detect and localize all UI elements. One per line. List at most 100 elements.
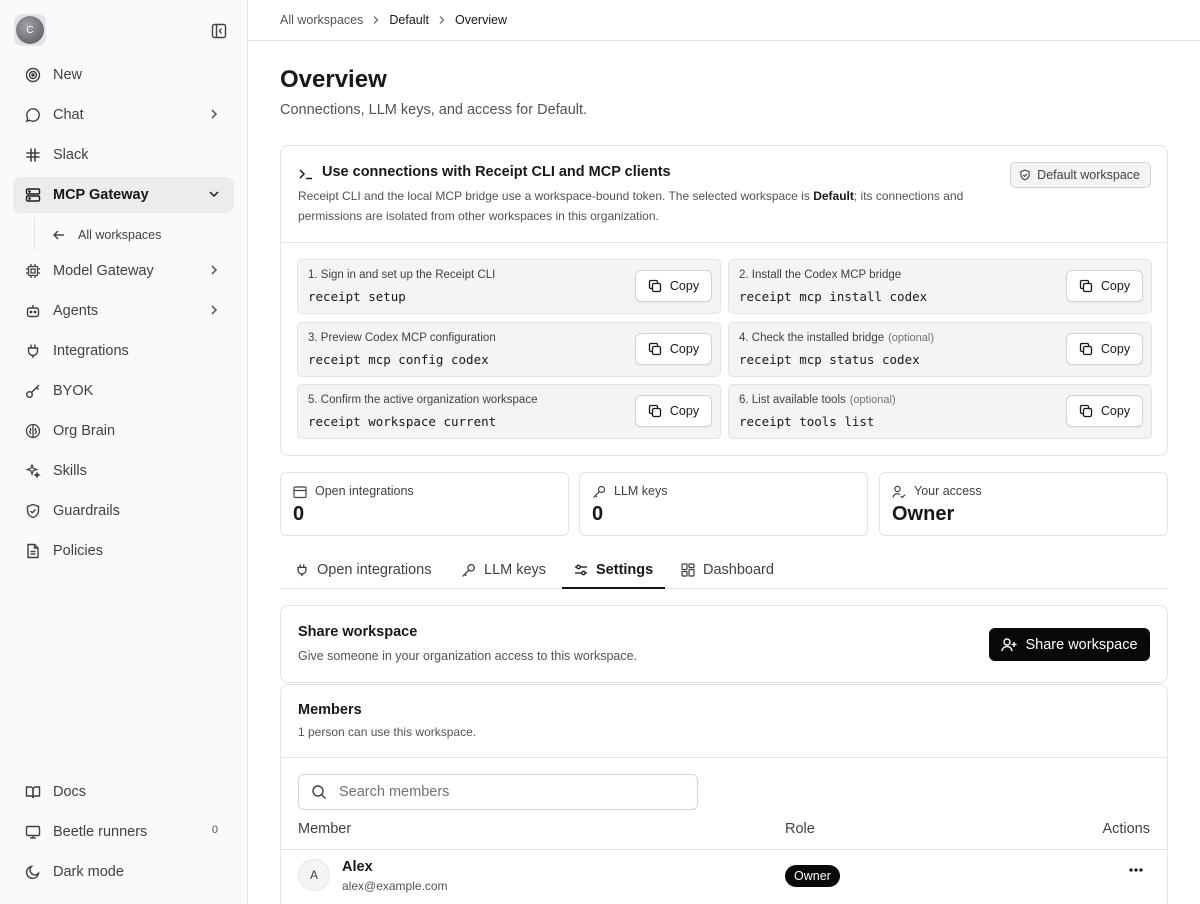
book-open-icon — [24, 783, 42, 801]
column-header-member: Member — [298, 821, 352, 837]
sidebar-item-guardrails[interactable]: Guardrails — [13, 493, 234, 529]
more-actions-icon[interactable] — [1129, 868, 1143, 872]
tab-settings[interactable]: Settings — [562, 552, 666, 589]
sub-nav-line — [34, 217, 35, 251]
cli-step: 1. Sign in and set up the Receipt CLI re… — [297, 259, 721, 314]
cli-card-description: Receipt CLI and the local MCP bridge use… — [298, 189, 964, 223]
breadcrumb-default[interactable]: Default — [389, 13, 429, 27]
column-header-role: Role — [785, 821, 815, 837]
sidebar-item-byok[interactable]: BYOK — [13, 373, 234, 409]
chevron-right-icon — [371, 15, 381, 25]
sidebar-item-mcp-gateway[interactable]: MCP Gateway — [13, 177, 234, 213]
share-workspace-button[interactable]: Share workspace — [989, 628, 1150, 661]
divider — [281, 242, 1167, 243]
stat-label: Your access — [914, 484, 982, 498]
step-command: receipt mcp config codex — [308, 352, 489, 367]
column-header-actions: Actions — [1102, 821, 1150, 837]
key-icon — [592, 485, 606, 499]
sidebar-item-new[interactable]: New — [13, 57, 234, 93]
copy-icon — [1079, 404, 1093, 418]
step-command: receipt mcp status codex — [739, 352, 920, 367]
sidebar-item-beetle-runners[interactable]: Beetle runners 0 — [13, 814, 234, 850]
search-placeholder: Search members — [339, 784, 450, 800]
shield-check-icon — [1019, 169, 1031, 181]
step-command: receipt workspace current — [308, 414, 497, 429]
cli-setup-card: Use connections with Receipt CLI and MCP… — [280, 145, 1168, 456]
copy-icon — [648, 404, 662, 418]
breadcrumb: All workspaces Default Overview — [248, 0, 1200, 41]
tab-open-integrations[interactable]: Open integrations — [295, 552, 431, 588]
sidebar-item-model-gateway[interactable]: Model Gateway — [13, 253, 234, 289]
sliders-icon — [574, 563, 588, 577]
search-icon — [311, 784, 327, 800]
org-avatar[interactable]: C — [14, 14, 46, 46]
document-icon — [24, 542, 42, 560]
copy-icon — [648, 279, 662, 293]
calendar-icon — [293, 485, 307, 499]
sidebar-item-label: Org Brain — [53, 423, 116, 439]
stat-value: 0 — [293, 503, 305, 525]
cli-card-title: Use connections with Receipt CLI and MCP… — [322, 164, 671, 180]
sidebar-subitem-label: All workspaces — [78, 228, 162, 242]
page-subtitle: Connections, LLM keys, and access for De… — [280, 102, 588, 118]
user-check-icon — [892, 485, 906, 499]
collapse-sidebar-icon[interactable] — [208, 20, 230, 42]
step-label: 4. Check the installed bridge (optional) — [739, 332, 934, 344]
sidebar-item-chat[interactable]: Chat — [13, 97, 234, 133]
tab-dashboard[interactable]: Dashboard — [681, 552, 774, 588]
copy-button[interactable]: Copy — [635, 333, 712, 365]
sidebar-item-integrations[interactable]: Integrations — [13, 333, 234, 369]
copy-button[interactable]: Copy — [1066, 395, 1143, 427]
copy-button[interactable]: Copy — [635, 395, 712, 427]
sidebar-item-label: Policies — [53, 543, 103, 559]
org-avatar-initial: C — [16, 16, 44, 44]
sidebar-item-org-brain[interactable]: Org Brain — [13, 413, 234, 449]
sparkles-icon — [24, 462, 42, 480]
stat-value: Owner — [892, 503, 955, 525]
chevron-right-icon — [208, 304, 220, 316]
chevron-down-icon — [208, 188, 220, 200]
sidebar-item-label: Docs — [53, 784, 87, 800]
share-subtitle: Give someone in your organization access… — [298, 649, 638, 663]
stat-open-integrations: Open integrations 0 — [280, 472, 569, 536]
step-command: receipt tools list — [739, 414, 875, 429]
workspace-badge: Default workspace — [1010, 162, 1151, 188]
sidebar-item-agents[interactable]: Agents — [13, 293, 234, 329]
sidebar-item-policies[interactable]: Policies — [13, 533, 234, 569]
divider — [281, 849, 1167, 850]
member-email: alex@example.com — [342, 879, 448, 893]
tab-llm-keys[interactable]: LLM keys — [461, 552, 546, 588]
copy-button[interactable]: Copy — [1066, 333, 1143, 365]
sidebar: C New Chat Slack MCP Gateway All workspa… — [0, 0, 248, 904]
sidebar-item-slack[interactable]: Slack — [13, 137, 234, 173]
search-members-input[interactable]: Search members — [298, 774, 698, 810]
sidebar-item-label: BYOK — [53, 383, 94, 399]
stat-label: LLM keys — [614, 484, 668, 498]
copy-button[interactable]: Copy — [1066, 270, 1143, 302]
cli-step: 4. Check the installed bridge (optional) … — [728, 322, 1152, 377]
shield-check-icon — [24, 502, 42, 520]
breadcrumb-all-workspaces[interactable]: All workspaces — [280, 13, 363, 27]
page-title: Overview — [280, 66, 387, 93]
sidebar-item-docs[interactable]: Docs — [13, 774, 234, 810]
monitor-icon — [24, 823, 42, 841]
step-label: 1. Sign in and set up the Receipt CLI — [308, 269, 496, 281]
step-label: 5. Confirm the active organization works… — [308, 394, 538, 406]
copy-button[interactable]: Copy — [635, 270, 712, 302]
cli-step: 3. Preview Codex MCP configuration recei… — [297, 322, 721, 377]
avatar: A — [298, 859, 330, 891]
sidebar-item-skills[interactable]: Skills — [13, 453, 234, 489]
step-label: 3. Preview Codex MCP configuration — [308, 332, 496, 344]
slack-icon — [24, 146, 42, 164]
members-title: Members — [298, 702, 362, 718]
sidebar-subitem-all-workspaces[interactable]: All workspaces — [52, 226, 161, 244]
share-title: Share workspace — [298, 624, 418, 640]
chevron-right-icon — [208, 264, 220, 276]
sidebar-item-dark-mode[interactable]: Dark mode — [13, 854, 234, 890]
runners-count-badge: 0 — [211, 824, 218, 836]
chat-bubble-icon — [24, 106, 42, 124]
arrow-left-icon — [52, 228, 66, 242]
terminal-icon — [298, 166, 314, 182]
plug-icon — [24, 342, 42, 360]
step-command: receipt mcp install codex — [739, 289, 928, 304]
